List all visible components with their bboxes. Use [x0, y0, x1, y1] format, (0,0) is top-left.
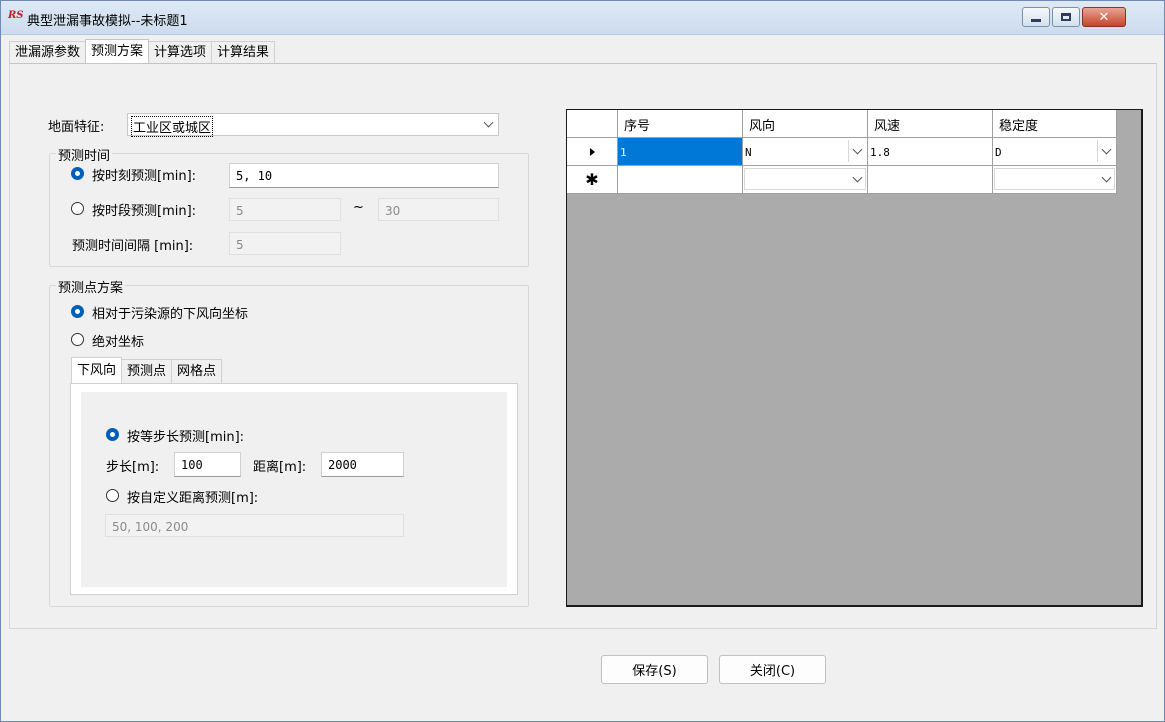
by-moment-radio[interactable] [71, 167, 84, 180]
custom-distance-radio[interactable] [106, 489, 119, 502]
save-button[interactable]: 保存(S) [601, 655, 708, 684]
close-icon: ✕ [1098, 9, 1110, 25]
equal-step-radio[interactable] [106, 428, 119, 441]
weather-grid: 序号 风向 风速 稳定度 1 N 1.8 D ✱ [566, 109, 1143, 607]
chevron-down-icon[interactable] [848, 140, 866, 162]
predict-points-title: 预测点方案 [56, 277, 126, 296]
new-cell-index[interactable] [618, 166, 743, 194]
absolute-coord-radio[interactable] [71, 333, 84, 346]
main-tabs: 泄漏源参数 预测方案 计算选项 计算结果 [9, 39, 276, 64]
terrain-value: 工业区或城区 [130, 116, 214, 137]
period-separator: ~ [353, 200, 364, 215]
terrain-select[interactable]: 工业区或城区 [127, 113, 499, 137]
new-cell-stability[interactable] [993, 166, 1117, 194]
tab-calc-results[interactable]: 计算结果 [211, 41, 276, 63]
app-logo-icon: RS [8, 10, 24, 21]
cell-index[interactable]: 1 [618, 138, 743, 166]
chevron-down-icon[interactable] [1097, 140, 1115, 162]
maximize-icon [1061, 13, 1071, 21]
distance-input[interactable]: 2000 [321, 452, 404, 477]
equal-step-label: 按等步长预测[min]: [127, 430, 245, 445]
close-window-button[interactable]: ✕ [1082, 7, 1126, 27]
step-label: 步长[m]: [106, 460, 160, 475]
table-row: 1 N 1.8 D [567, 138, 1117, 166]
tab-prediction-plan[interactable]: 预测方案 [85, 39, 150, 63]
column-header-stability[interactable]: 稳定度 [993, 110, 1117, 138]
cell-direction[interactable]: N [743, 138, 868, 166]
cell-speed[interactable]: 1.8 [868, 138, 993, 166]
tab-leak-source[interactable]: 泄漏源参数 [9, 41, 87, 63]
predict-time-title: 预测时间 [56, 145, 113, 164]
by-period-label: 按时段预测[min]: [92, 204, 197, 219]
new-cell-direction[interactable] [743, 166, 868, 194]
minimize-button[interactable] [1022, 7, 1050, 27]
chevron-down-icon[interactable] [744, 168, 866, 190]
period-from-input[interactable]: 5 [229, 198, 341, 221]
relative-coord-label: 相对于污染源的下风向坐标 [92, 307, 249, 322]
tab-calc-options[interactable]: 计算选项 [148, 41, 213, 63]
maximize-button[interactable] [1052, 7, 1080, 27]
window-title: 典型泄漏事故模拟--未标题1 [27, 14, 188, 29]
distance-label: 距离[m]: [253, 460, 307, 475]
interval-label: 预测时间间隔 [min]: [72, 239, 194, 254]
terrain-label: 地面特征: [48, 120, 105, 135]
custom-distance-input[interactable]: 50, 100, 200 [105, 514, 404, 537]
tab-grid-points[interactable]: 网格点 [171, 359, 223, 383]
tab-downwind[interactable]: 下风向 [71, 357, 123, 383]
step-input[interactable]: 100 [174, 452, 241, 477]
by-moment-label: 按时刻预测[min]: [92, 169, 197, 184]
new-row: ✱ [567, 166, 1117, 194]
interval-input[interactable]: 5 [229, 232, 341, 255]
points-tabs: 下风向 预测点 网格点 [71, 357, 223, 384]
absolute-coord-label: 绝对坐标 [92, 335, 145, 350]
grid-corner [567, 110, 618, 138]
chevron-down-icon [478, 114, 498, 135]
main-window: RS 典型泄漏事故模拟--未标题1 ✕ 泄漏源参数 预测方案 计算选项 计算结果… [0, 0, 1165, 722]
chevron-down-icon[interactable] [994, 168, 1115, 190]
current-row-icon [567, 138, 618, 166]
close-button[interactable]: 关闭(C) [719, 655, 826, 684]
tab-predict-points[interactable]: 预测点 [121, 359, 173, 383]
minimize-icon [1031, 18, 1041, 22]
by-period-radio[interactable] [71, 202, 84, 215]
column-header-speed[interactable]: 风速 [868, 110, 993, 138]
cell-stability-value: D [995, 146, 1002, 159]
period-to-input[interactable]: 30 [378, 198, 499, 221]
column-header-index[interactable]: 序号 [618, 110, 743, 138]
cell-direction-value: N [745, 146, 752, 159]
grid-header-row: 序号 风向 风速 稳定度 [567, 110, 1117, 138]
new-cell-speed[interactable] [868, 166, 993, 194]
cell-stability[interactable]: D [993, 138, 1117, 166]
column-header-direction[interactable]: 风向 [743, 110, 868, 138]
title-bar: RS 典型泄漏事故模拟--未标题1 ✕ [1, 1, 1164, 35]
relative-coord-radio[interactable] [71, 305, 84, 318]
new-row-icon: ✱ [567, 166, 618, 194]
custom-distance-label: 按自定义距离预测[m]: [127, 491, 259, 506]
by-moment-input[interactable]: 5, 10 [229, 163, 499, 188]
